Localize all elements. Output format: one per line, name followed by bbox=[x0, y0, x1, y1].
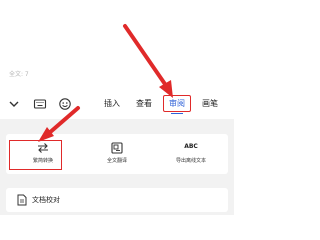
highlight-box bbox=[9, 140, 62, 170]
word-count: 全文: 7 bbox=[9, 71, 29, 78]
list-item-proofread[interactable]: 文档校对 bbox=[6, 188, 228, 212]
chevron-down-icon[interactable] bbox=[7, 97, 21, 111]
tool-label: 全文翻译 bbox=[106, 158, 127, 164]
document-area[interactable]: 全文: 7 bbox=[0, 0, 234, 88]
tab-review-label: 审阅 bbox=[169, 99, 185, 108]
tab-insert[interactable]: 插入 bbox=[104, 98, 120, 109]
keyboard-icon[interactable] bbox=[33, 97, 47, 111]
tool-label: 导出离线文本 bbox=[175, 158, 206, 164]
toolbar: 插入 查看 审阅 画笔 bbox=[0, 89, 234, 119]
tab-review[interactable]: 审阅 bbox=[163, 95, 191, 114]
abc-text-icon: ABC bbox=[184, 143, 198, 150]
document-check-icon bbox=[17, 194, 27, 206]
active-tab-underline bbox=[171, 112, 183, 114]
tool-export-offline-text[interactable]: ABC 导出离线文本 bbox=[154, 134, 228, 174]
tab-view[interactable]: 查看 bbox=[136, 98, 152, 109]
translate-icon bbox=[111, 142, 123, 154]
tool-full-translate[interactable]: 全文翻译 bbox=[80, 134, 154, 174]
emoji-icon[interactable] bbox=[58, 97, 72, 111]
list-item-label: 文档校对 bbox=[32, 196, 60, 204]
tab-pen[interactable]: 画笔 bbox=[202, 98, 218, 109]
